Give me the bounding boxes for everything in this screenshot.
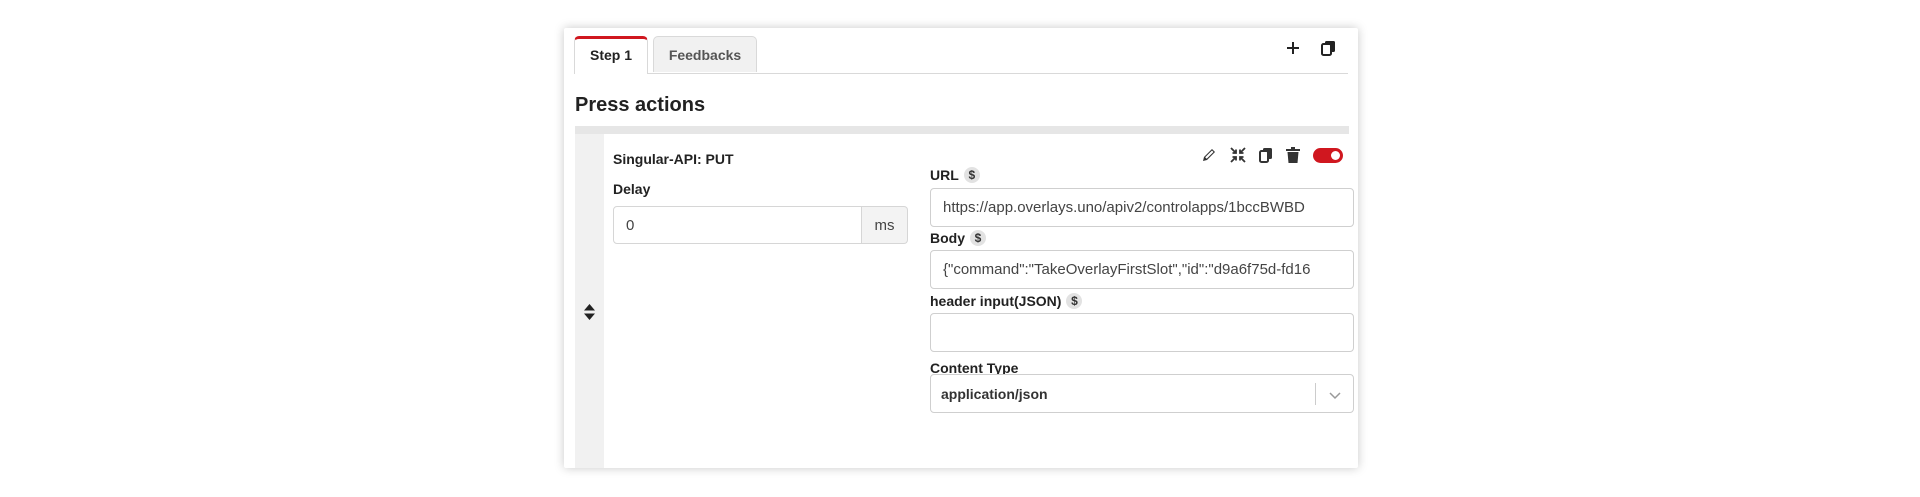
copy-icon[interactable]: [1321, 40, 1336, 56]
variable-icon[interactable]: $: [970, 230, 986, 246]
actions-panel: Step 1 Feedbacks Press actions Singular-…: [564, 28, 1358, 468]
chevron-down-icon[interactable]: [1328, 388, 1342, 406]
collapse-icon[interactable]: [1230, 147, 1246, 163]
delay-label: Delay: [613, 181, 650, 197]
pencil-icon[interactable]: [1201, 147, 1217, 163]
delay-unit: ms: [862, 206, 908, 244]
tab-bar: Step 1 Feedbacks: [574, 36, 1348, 74]
variable-icon[interactable]: $: [1066, 293, 1083, 309]
body-label-text: Body: [930, 230, 965, 246]
trash-icon[interactable]: [1286, 147, 1300, 163]
delay-field-group: ms: [613, 206, 908, 244]
delay-input[interactable]: [613, 206, 862, 244]
delay-label-text: Delay: [613, 181, 651, 197]
action-toolbar: [1201, 147, 1343, 163]
enable-toggle[interactable]: [1313, 147, 1343, 163]
tab-feedbacks[interactable]: Feedbacks: [653, 36, 757, 72]
url-label-text: URL: [930, 167, 959, 183]
body-label: Body $: [930, 230, 986, 246]
sort-icon[interactable]: [584, 304, 595, 325]
header-input[interactable]: [930, 313, 1354, 352]
header-label-text: header input(JSON): [930, 293, 1062, 309]
variable-icon[interactable]: $: [963, 167, 980, 183]
drag-handle[interactable]: [575, 134, 603, 468]
action-card: Singular-API: PUT Delay 0 ms URL $ https…: [575, 126, 1354, 468]
select-divider: [1315, 383, 1316, 405]
section-title: Press actions: [575, 94, 706, 116]
plus-icon[interactable]: [1285, 40, 1301, 56]
header-label: header input(JSON) $: [930, 293, 1083, 309]
content-type-value: application/json: [941, 386, 1048, 402]
url-input[interactable]: [930, 188, 1354, 227]
duplicate-icon[interactable]: [1259, 147, 1273, 163]
panel-toolbar: [1285, 40, 1336, 56]
action-name: Singular-API: PUT: [613, 151, 734, 167]
url-label: URL $: [930, 167, 980, 183]
action-body: Singular-API: PUT Delay 0 ms URL $ https…: [604, 134, 1354, 468]
tab-step-1[interactable]: Step 1: [574, 36, 648, 74]
content-type-select[interactable]: application/json: [930, 374, 1354, 413]
body-input[interactable]: [930, 250, 1354, 289]
